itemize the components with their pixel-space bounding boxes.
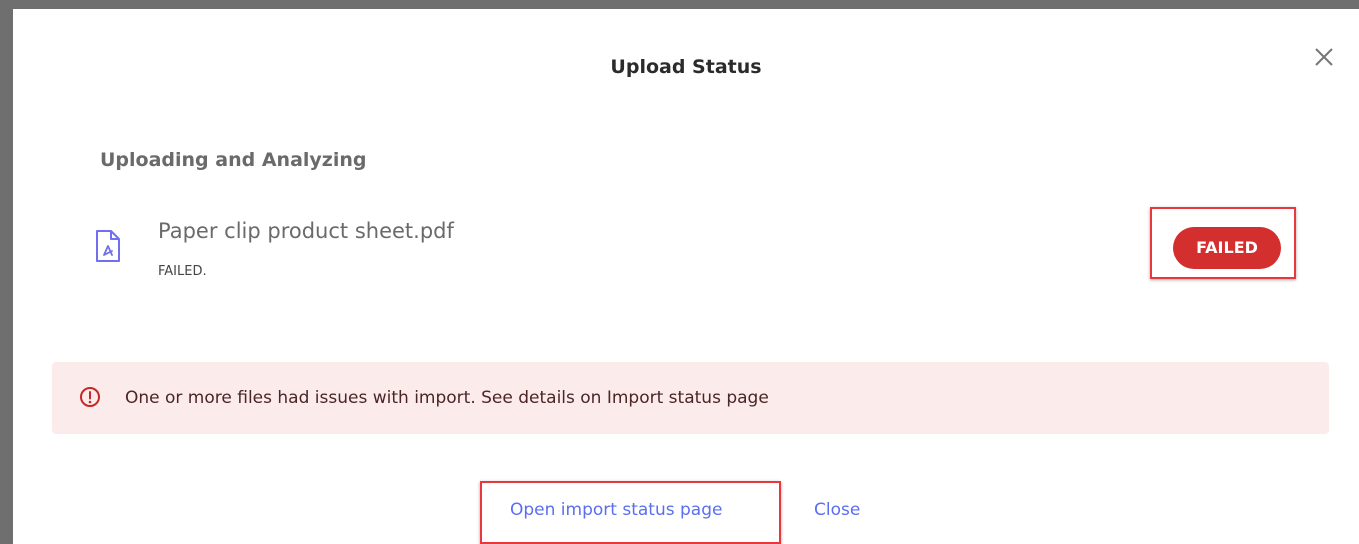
pdf-file-icon xyxy=(96,230,120,262)
close-link[interactable]: Close xyxy=(814,498,860,522)
section-heading: Uploading and Analyzing xyxy=(100,149,367,171)
alert-message: One or more files had issues with import… xyxy=(125,388,769,408)
close-icon[interactable] xyxy=(1310,43,1338,71)
modal-title: Upload Status xyxy=(610,56,762,78)
error-alert: One or more files had issues with import… xyxy=(52,362,1329,434)
status-badge: FAILED xyxy=(1173,227,1281,269)
open-import-status-link[interactable]: Open import status page xyxy=(510,498,722,522)
file-name: Paper clip product sheet.pdf xyxy=(158,219,454,243)
upload-status-modal: Upload Status Uploading and Analyzing Pa… xyxy=(13,9,1359,544)
exclamation-circle-icon xyxy=(80,387,100,407)
file-status-text: FAILED. xyxy=(158,264,207,279)
